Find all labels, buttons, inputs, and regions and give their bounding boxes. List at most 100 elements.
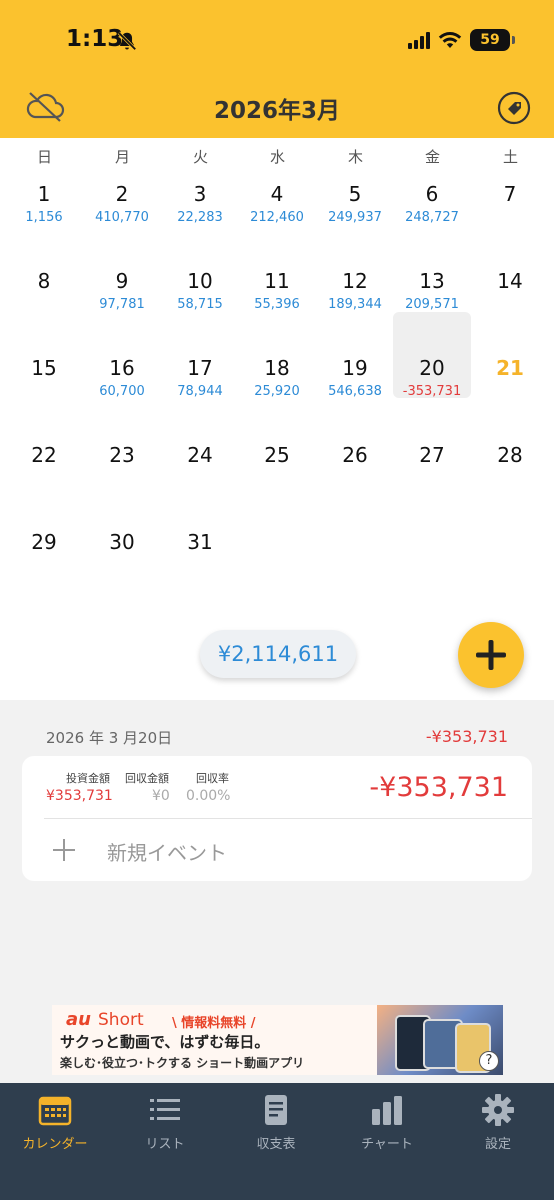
day-number: 23 <box>109 443 135 467</box>
calendar-day[interactable]: 21 <box>471 312 549 398</box>
calendar-day[interactable]: 26 <box>316 399 394 485</box>
calendar-day[interactable]: 17 78,944 <box>161 312 239 399</box>
add-button[interactable] <box>458 622 524 688</box>
calendar-day[interactable]: 12 189,344 <box>316 225 394 312</box>
bell-muted-icon <box>117 31 137 51</box>
calendar-day[interactable]: 29 <box>5 486 83 572</box>
calendar-day[interactable]: 25 <box>238 399 316 485</box>
header-bar: 1:13 59 2026年3月 <box>0 0 554 138</box>
day-number: 12 <box>342 269 368 293</box>
calendar-day[interactable]: 18 25,920 <box>238 312 316 399</box>
day-amount: 212,460 <box>250 210 304 225</box>
day-number: 4 <box>270 182 284 206</box>
calendar-day[interactable]: 3 22,283 <box>161 138 239 225</box>
day-number: 26 <box>342 443 368 467</box>
day-number: 29 <box>31 530 57 554</box>
calendar-day[interactable]: 8 <box>5 225 83 311</box>
calendar-day[interactable]: 27 <box>393 399 471 485</box>
event-amount: -¥353,731 <box>369 772 508 803</box>
document-icon <box>265 1095 287 1125</box>
calendar-grid: 日月火水木金土 1 1,156 2 410,770 3 22,283 4 212,460 5 249… <box>0 138 554 700</box>
tab-list[interactable]: リスト <box>110 1093 220 1153</box>
day-number: 15 <box>31 356 57 380</box>
battery-level: 59 <box>480 32 500 48</box>
day-amount: -353,731 <box>402 384 462 399</box>
tag-icon[interactable] <box>496 90 532 126</box>
calendar-day[interactable]: 2 410,770 <box>83 138 161 225</box>
calendar-day[interactable]: 6 248,727 <box>393 138 471 225</box>
calendar-day[interactable]: 31 <box>161 486 239 572</box>
day-number: 16 <box>109 356 135 380</box>
calendar-day[interactable]: 30 <box>83 486 161 572</box>
calendar-day[interactable]: 10 58,715 <box>161 225 239 312</box>
day-number: 1 <box>37 182 51 206</box>
day-number: 14 <box>497 269 523 293</box>
tab-settings-label: 設定 <box>484 1137 511 1152</box>
rate-label: 回収率 <box>196 772 229 785</box>
tab-balance[interactable]: 収支表 <box>221 1093 331 1153</box>
add-event-icon[interactable] <box>52 838 76 862</box>
invest-value: ¥353,731 <box>46 788 113 804</box>
calendar-day[interactable]: 15 <box>5 312 83 398</box>
day-number: 18 <box>264 356 290 380</box>
day-number: 13 <box>419 269 445 293</box>
calendar-day[interactable]: 5 249,937 <box>316 138 394 225</box>
day-number: 9 <box>115 269 129 293</box>
month-title[interactable]: 2026年3月 <box>0 91 554 125</box>
ad-banner[interactable]: au Short \ 情報料無料 / サクっと動画で、はずむ毎日。 楽しむ･役立… <box>52 1005 503 1075</box>
list-icon <box>150 1099 180 1120</box>
calendar-day[interactable]: 16 60,700 <box>83 312 161 399</box>
calendar-day[interactable]: 9 97,781 <box>83 225 161 312</box>
calendar-day[interactable]: 14 <box>471 225 549 311</box>
day-amount: 97,781 <box>99 297 145 312</box>
invest-label: 投資金額 <box>66 772 110 785</box>
ad-badge: \ 情報料無料 / <box>172 1016 256 1031</box>
calendar-day[interactable]: 28 <box>471 399 549 485</box>
day-amount: 60,700 <box>99 384 145 399</box>
day-number: 11 <box>264 269 290 293</box>
day-amount: 25,920 <box>254 384 300 399</box>
day-number: 30 <box>109 530 135 554</box>
tab-calendar-label: カレンダー <box>22 1137 88 1152</box>
day-number: 19 <box>342 356 368 380</box>
tab-list-label: リスト <box>145 1137 185 1152</box>
calendar-day[interactable]: 13 209,571 <box>393 225 471 312</box>
tab-chart-label: チャート <box>361 1137 413 1152</box>
day-amount: 22,283 <box>177 210 223 225</box>
tab-balance-label: 収支表 <box>256 1137 296 1152</box>
new-event-button[interactable]: 新規イベント <box>107 837 227 866</box>
calendar-day[interactable]: 7 <box>471 138 549 224</box>
day-number: 7 <box>503 182 517 206</box>
day-number: 17 <box>187 356 213 380</box>
recover-label: 回収金額 <box>125 772 169 785</box>
event-card[interactable]: 投資金額 回収金額 回収率 ¥353,731 ¥0 0.00% -¥353,73… <box>22 756 532 881</box>
battery-icon: 59 <box>470 29 515 51</box>
calendar-day[interactable]: 23 <box>83 399 161 485</box>
divider <box>44 818 532 819</box>
signal-icon <box>408 31 430 49</box>
day-number: 21 <box>496 356 524 380</box>
calendar-day[interactable]: 11 55,396 <box>238 225 316 312</box>
day-amount: 58,715 <box>177 297 223 312</box>
day-number: 31 <box>187 530 213 554</box>
calendar-day[interactable]: 24 <box>161 399 239 485</box>
tab-calendar[interactable]: カレンダー <box>0 1093 110 1153</box>
rate-value: 0.00% <box>186 788 231 804</box>
day-amount: 248,727 <box>405 210 459 225</box>
day-number: 27 <box>419 443 445 467</box>
ad-help-icon[interactable]: ? <box>479 1051 499 1071</box>
day-amount: 249,937 <box>328 210 382 225</box>
tab-bar: カレンダー リスト 収支表 チャート 設定 <box>0 1083 554 1200</box>
day-amount: 1,156 <box>25 210 63 225</box>
calendar-day[interactable]: 22 <box>5 399 83 485</box>
calendar-day[interactable]: 20 -353,731 <box>393 312 471 399</box>
day-number: 3 <box>193 182 207 206</box>
day-number: 25 <box>264 443 290 467</box>
calendar-day[interactable]: 1 1,156 <box>5 138 83 225</box>
calendar-day[interactable]: 19 546,638 <box>316 312 394 399</box>
tab-settings[interactable]: 設定 <box>443 1093 553 1153</box>
calendar-day[interactable]: 4 212,460 <box>238 138 316 225</box>
calendar-icon <box>38 1096 72 1126</box>
tab-chart[interactable]: チャート <box>332 1093 442 1153</box>
day-number: 10 <box>187 269 213 293</box>
